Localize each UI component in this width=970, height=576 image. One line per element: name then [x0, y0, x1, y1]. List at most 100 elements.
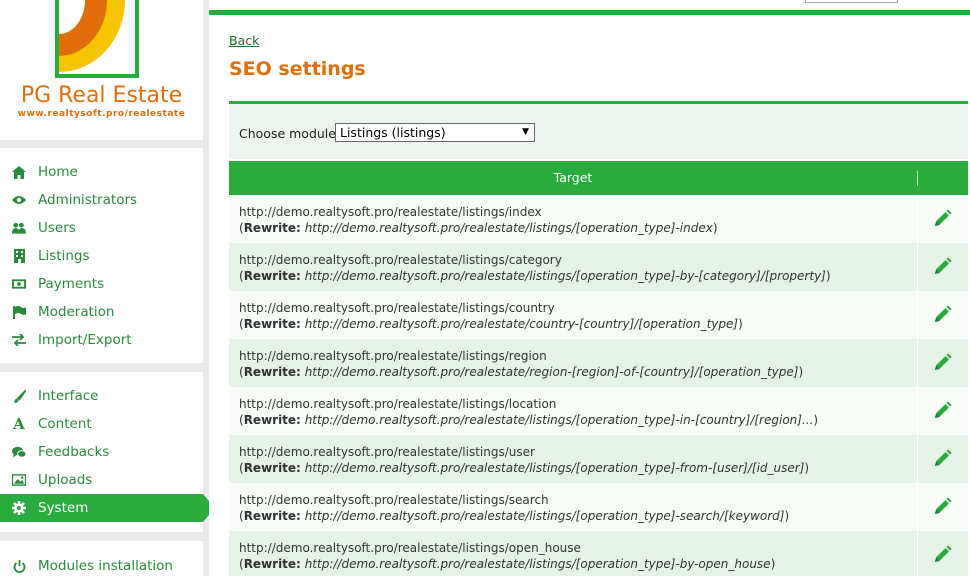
column-header-target: Target [553, 170, 593, 185]
eye-icon [12, 193, 26, 207]
rewrite-line: (Rewrite: http://demo.realtysoft.pro/rea… [239, 557, 776, 571]
edit-pencil-icon[interactable] [932, 449, 952, 469]
rewrite-url: http://demo.realtysoft.pro/realestate/li… [304, 461, 805, 475]
sidebar-item-label: Feedbacks [38, 444, 110, 460]
sidebar-item-system[interactable]: System [0, 494, 215, 522]
column-divider [917, 531, 918, 576]
sidebar-item-feedbacks[interactable]: Feedbacks [0, 438, 203, 466]
rewrite-label: Rewrite: [243, 269, 301, 283]
main-content: Back SEO settings Choose module: Listing… [209, 0, 970, 576]
sidebar-item-import-export[interactable]: Import/Export [0, 326, 203, 354]
edit-pencil-icon[interactable] [932, 209, 952, 229]
sidebar-item-modules-installation[interactable]: Modules installation [0, 552, 203, 576]
edit-pencil-icon[interactable] [932, 353, 952, 373]
edit-pencil-icon[interactable] [932, 497, 952, 517]
sidebar-item-label: Import/Export [38, 332, 132, 348]
nav-group-main: Home Administrators Users Listings Payme… [0, 148, 203, 363]
column-divider [917, 243, 918, 291]
table-row: http://demo.realtysoft.pro/realestate/li… [229, 435, 968, 483]
target-cell: http://demo.realtysoft.pro/realestate/li… [239, 492, 909, 524]
rewrite-line: (Rewrite: http://demo.realtysoft.pro/rea… [239, 413, 819, 427]
column-divider [917, 339, 918, 387]
filter-label: Choose module: [239, 126, 341, 141]
target-url: http://demo.realtysoft.pro/realestate/li… [239, 397, 557, 411]
nav-group-modules: Modules installation [0, 541, 203, 576]
module-select[interactable]: Listings (listings) ▼ [335, 123, 535, 142]
sidebar-item-label: Interface [38, 388, 99, 404]
table-row: http://demo.realtysoft.pro/realestate/li… [229, 195, 968, 243]
logo-mark-icon [55, 0, 139, 78]
column-divider [917, 291, 918, 339]
rewrite-label: Rewrite: [243, 509, 301, 523]
comments-icon [12, 445, 26, 459]
exchange-icon [12, 333, 26, 347]
font-icon: A [13, 415, 25, 433]
rewrite-label: Rewrite: [243, 461, 301, 475]
target-cell: http://demo.realtysoft.pro/realestate/li… [239, 444, 909, 476]
edit-pencil-icon[interactable] [932, 305, 952, 325]
table-row: http://demo.realtysoft.pro/realestate/li… [229, 387, 968, 435]
edit-pencil-icon[interactable] [932, 545, 952, 565]
target-url: http://demo.realtysoft.pro/realestate/li… [239, 493, 549, 507]
rewrite-line: (Rewrite: http://demo.realtysoft.pro/rea… [239, 317, 743, 331]
sidebar-item-label: Users [38, 220, 76, 236]
back-link[interactable]: Back [229, 33, 259, 48]
dropdown-arrow-icon: ▼ [522, 127, 529, 137]
sidebar-item-home[interactable]: Home [0, 158, 203, 186]
rewrite-label: Rewrite: [243, 317, 301, 331]
image-icon [12, 473, 26, 487]
top-accent-bar [209, 10, 970, 15]
target-cell: http://demo.realtysoft.pro/realestate/li… [239, 252, 909, 284]
building-icon [12, 249, 26, 263]
rewrite-url: http://demo.realtysoft.pro/realestate/li… [304, 557, 771, 571]
target-cell: http://demo.realtysoft.pro/realestate/li… [239, 300, 909, 332]
sidebar-item-label: Home [38, 164, 78, 180]
sidebar-item-interface[interactable]: Interface [0, 382, 203, 410]
rewrite-line: (Rewrite: http://demo.realtysoft.pro/rea… [239, 269, 831, 283]
edit-pencil-icon[interactable] [932, 401, 952, 421]
sidebar-item-users[interactable]: Users [0, 214, 203, 242]
sidebar-item-label: System [38, 500, 89, 516]
target-cell: http://demo.realtysoft.pro/realestate/li… [239, 540, 909, 572]
target-url: http://demo.realtysoft.pro/realestate/li… [239, 445, 535, 459]
sidebar-item-label: Content [38, 416, 92, 432]
sidebar-item-content[interactable]: A Content [0, 410, 203, 438]
sidebar-item-label: Payments [38, 276, 105, 292]
sidebar: PG Real Estate www.realtysoft.pro/reales… [0, 0, 215, 576]
brush-icon [12, 389, 26, 403]
sidebar-item-uploads[interactable]: Uploads [0, 466, 203, 494]
sidebar-item-administrators[interactable]: Administrators [0, 186, 203, 214]
sidebar-item-label: Moderation [38, 304, 115, 320]
seo-table-body: http://demo.realtysoft.pro/realestate/li… [229, 195, 968, 576]
sidebar-item-moderation[interactable]: Moderation [0, 298, 203, 326]
target-cell: http://demo.realtysoft.pro/realestate/li… [239, 396, 909, 428]
rewrite-url: http://demo.realtysoft.pro/realestate/li… [304, 413, 814, 427]
users-icon [12, 221, 26, 235]
target-url: http://demo.realtysoft.pro/realestate/li… [239, 541, 581, 555]
nav-group-settings: Interface A Content Feedbacks Uploads Sy… [0, 372, 215, 532]
table-row: http://demo.realtysoft.pro/realestate/li… [229, 339, 968, 387]
top-search-stub[interactable] [805, 0, 898, 3]
edit-pencil-icon[interactable] [932, 257, 952, 277]
sidebar-item-label: Administrators [38, 192, 138, 208]
module-filter: Choose module: Listings (listings) ▼ [229, 101, 968, 159]
target-url: http://demo.realtysoft.pro/realestate/li… [239, 253, 562, 267]
home-icon [12, 165, 26, 179]
rewrite-url: http://demo.realtysoft.pro/realestate/co… [304, 317, 739, 331]
rewrite-url: http://demo.realtysoft.pro/realestate/li… [304, 509, 785, 523]
column-divider [917, 387, 918, 435]
rewrite-label: Rewrite: [243, 221, 301, 235]
rewrite-line: (Rewrite: http://demo.realtysoft.pro/rea… [239, 365, 804, 379]
table-row: http://demo.realtysoft.pro/realestate/li… [229, 531, 968, 576]
sidebar-item-payments[interactable]: Payments [0, 270, 203, 298]
power-icon [12, 559, 26, 573]
sidebar-item-listings[interactable]: Listings [0, 242, 203, 270]
table-row: http://demo.realtysoft.pro/realestate/li… [229, 243, 968, 291]
module-select-value: Listings (listings) [340, 125, 446, 140]
rewrite-line: (Rewrite: http://demo.realtysoft.pro/rea… [239, 461, 810, 475]
target-url: http://demo.realtysoft.pro/realestate/li… [239, 205, 542, 219]
table-row: http://demo.realtysoft.pro/realestate/li… [229, 291, 968, 339]
target-cell: http://demo.realtysoft.pro/realestate/li… [239, 348, 909, 380]
brand-name: PG Real Estate [20, 83, 183, 108]
target-url: http://demo.realtysoft.pro/realestate/li… [239, 301, 555, 315]
